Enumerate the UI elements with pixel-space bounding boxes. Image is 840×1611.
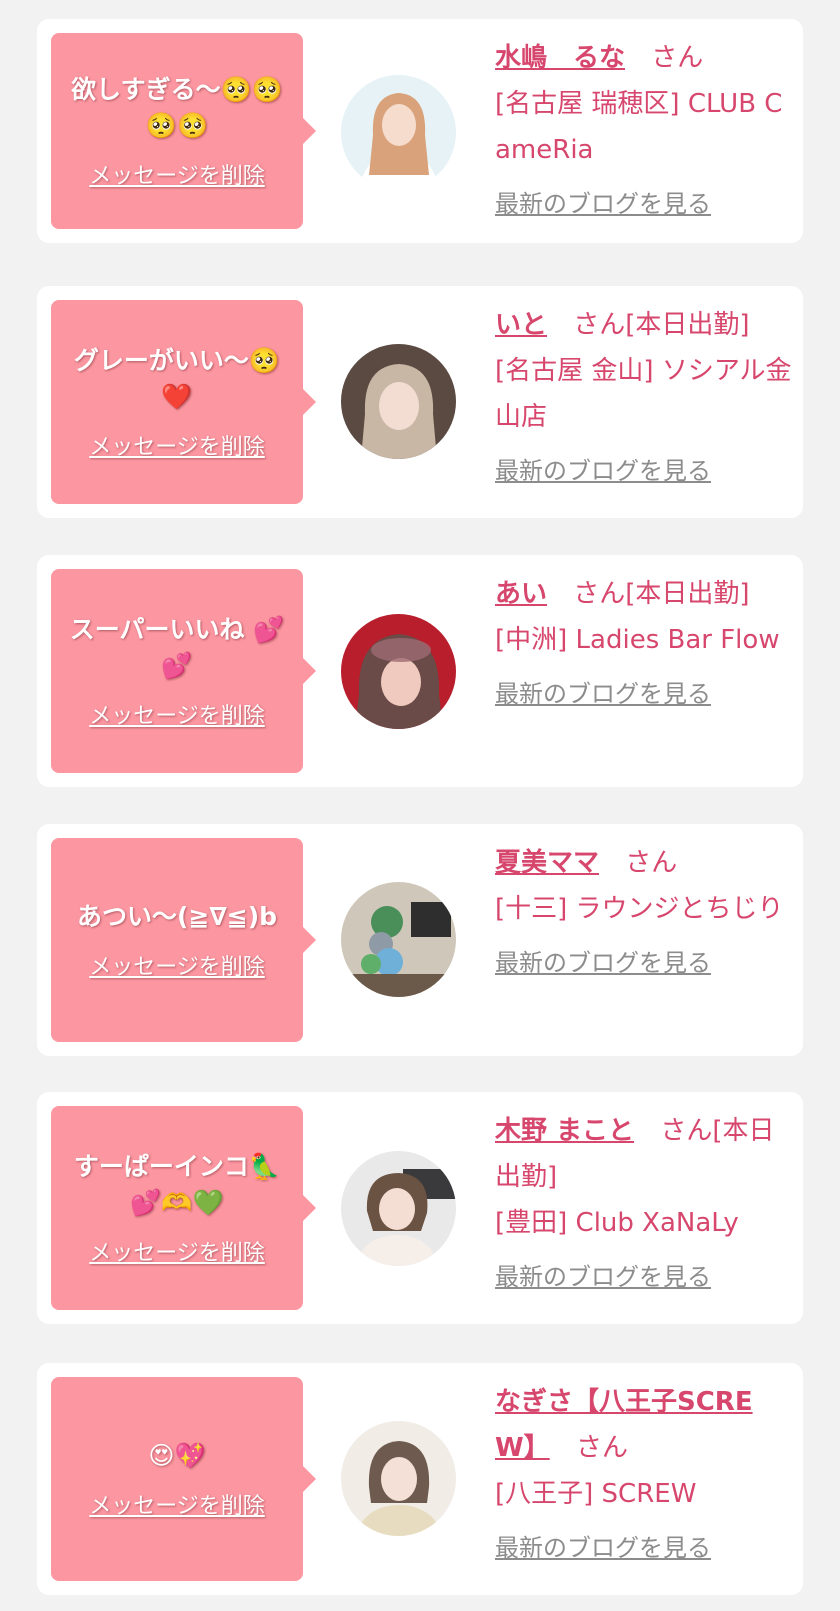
message-text: スーパーいいね 💕💕 <box>69 615 285 680</box>
list-item: グレーがいい～🥺❤️ メッセージを削除 いと さん[本日出勤] [名古屋 金山]… <box>37 286 803 518</box>
favorite-message-list: 欲しすぎる～🥺🥺🥺🥺 メッセージを削除 水嶋 るな さん [名古屋 瑞穂区] C… <box>0 0 840 1611</box>
message-text: グレーがいい～🥺❤️ <box>73 346 281 411</box>
cast-name-link[interactable]: 水嶋 るな <box>495 43 625 73</box>
cast-name-link[interactable]: 夏美ママ <box>495 848 599 878</box>
message-bubble: グレーがいい～🥺❤️ メッセージを削除 <box>51 300 316 504</box>
message-bubble: あつい～(≧∇≦)b メッセージを削除 <box>51 838 316 1042</box>
avatar[interactable] <box>341 882 456 997</box>
cast-info: 木野 まこと さん[本日出勤] [豊田] Club XaNaLy 最新のブログを… <box>495 1108 795 1294</box>
honorific-label: さん[本日出勤] <box>573 310 750 340</box>
message-bubble: スーパーいいね 💕💕 メッセージを削除 <box>51 569 316 773</box>
delete-message-link[interactable]: メッセージを削除 <box>89 1488 265 1520</box>
message-bubble: 欲しすぎる～🥺🥺🥺🥺 メッセージを削除 <box>51 33 316 229</box>
message-bubble: 😍💖 メッセージを削除 <box>51 1377 316 1581</box>
cast-info: あい さん[本日出勤] [中洲] Ladies Bar Flow 最新のブログを… <box>495 571 795 711</box>
cast-name-link[interactable]: いと <box>495 310 547 340</box>
latest-blog-link[interactable]: 最新のブログを見る <box>495 1260 711 1294</box>
honorific-label: さん <box>575 1433 628 1463</box>
cast-info: なぎさ【八王子SCREW】 さん [八王子] SCREW 最新のブログを見る <box>495 1379 795 1565</box>
list-item: 欲しすぎる～🥺🥺🥺🥺 メッセージを削除 水嶋 るな さん [名古屋 瑞穂区] C… <box>37 19 803 243</box>
message-bubble: すーぱーインコ🦜💕🫶💚 メッセージを削除 <box>51 1106 316 1310</box>
latest-blog-link[interactable]: 最新のブログを見る <box>495 677 711 711</box>
delete-message-link[interactable]: メッセージを削除 <box>89 158 265 190</box>
shop-label: [十三] ラウンジとちじり <box>495 894 784 924</box>
avatar[interactable] <box>341 344 456 459</box>
cast-name-link[interactable]: 木野 まこと <box>495 1116 634 1146</box>
honorific-label: さん <box>651 43 704 73</box>
shop-label: [名古屋 瑞穂区] CLUB CameRia <box>495 89 783 165</box>
message-text: すーぱーインコ🦜💕🫶💚 <box>73 1152 281 1217</box>
honorific-label: さん <box>625 848 678 878</box>
avatar[interactable] <box>341 1151 456 1266</box>
delete-message-link[interactable]: メッセージを削除 <box>89 429 265 461</box>
cast-info: 水嶋 るな さん [名古屋 瑞穂区] CLUB CameRia 最新のブログを見… <box>495 35 795 221</box>
latest-blog-link[interactable]: 最新のブログを見る <box>495 946 711 980</box>
delete-message-link[interactable]: メッセージを削除 <box>89 698 265 730</box>
shop-label: [中洲] Ladies Bar Flow <box>495 625 780 655</box>
shop-label: [名古屋 金山] ソシアル金山店 <box>495 356 792 432</box>
message-text: 😍💖 <box>148 1441 206 1470</box>
list-item: スーパーいいね 💕💕 メッセージを削除 あい さん[本日出勤] [中洲] Lad… <box>37 555 803 787</box>
cast-info: 夏美ママ さん [十三] ラウンジとちじり 最新のブログを見る <box>495 840 795 980</box>
cast-info: いと さん[本日出勤] [名古屋 金山] ソシアル金山店 最新のブログを見る <box>495 302 795 488</box>
list-item: すーぱーインコ🦜💕🫶💚 メッセージを削除 木野 まこと さん[本日出勤] [豊田… <box>37 1092 803 1324</box>
avatar[interactable] <box>341 75 456 190</box>
latest-blog-link[interactable]: 最新のブログを見る <box>495 187 711 221</box>
avatar[interactable] <box>341 1421 456 1536</box>
latest-blog-link[interactable]: 最新のブログを見る <box>495 1531 711 1565</box>
message-text: あつい～(≧∇≦)b <box>76 902 278 931</box>
list-item: あつい～(≧∇≦)b メッセージを削除 夏美ママ さん [十三] ラウンジとちじ… <box>37 824 803 1056</box>
latest-blog-link[interactable]: 最新のブログを見る <box>495 454 711 488</box>
message-text: 欲しすぎる～🥺🥺🥺🥺 <box>71 75 283 140</box>
list-item: 😍💖 メッセージを削除 なぎさ【八王子SCREW】 さん [八王子] SCREW… <box>37 1363 803 1595</box>
delete-message-link[interactable]: メッセージを削除 <box>89 949 265 981</box>
shop-label: [豊田] Club XaNaLy <box>495 1208 739 1238</box>
delete-message-link[interactable]: メッセージを削除 <box>89 1235 265 1267</box>
cast-name-link[interactable]: あい <box>495 579 547 609</box>
avatar[interactable] <box>341 614 456 729</box>
honorific-label: さん[本日出勤] <box>573 579 750 609</box>
shop-label: [八王子] SCREW <box>495 1479 697 1509</box>
